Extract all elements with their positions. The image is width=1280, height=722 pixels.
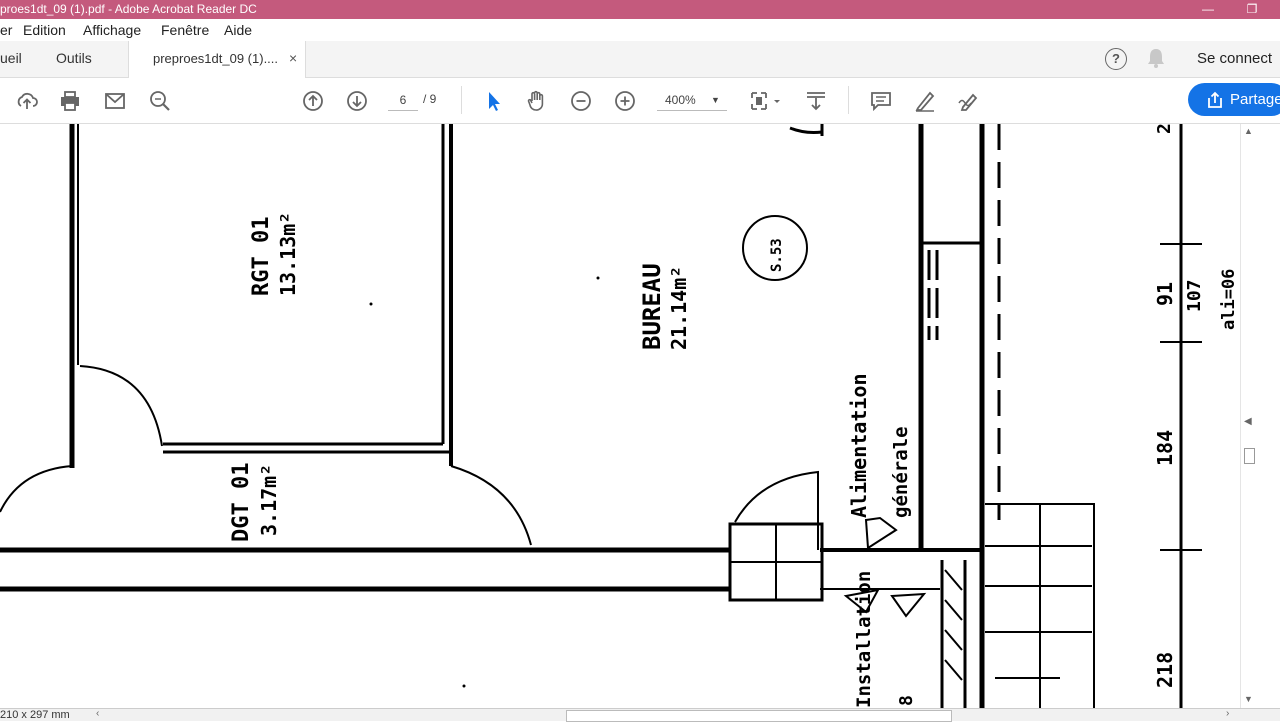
close-tab-icon[interactable]: × <box>289 50 297 66</box>
print-icon[interactable] <box>58 89 82 113</box>
zoom-value: 400% <box>665 93 696 107</box>
tab-bar: ueil Outils preproes1dt_09 (1).... × ? S… <box>0 41 1280 78</box>
menu-file[interactable]: er <box>0 22 12 38</box>
status-bar: 210 x 297 mm ‹ › <box>0 708 1280 722</box>
search-icon[interactable] <box>148 89 172 113</box>
comment-icon[interactable] <box>869 89 893 113</box>
page-number-input[interactable]: 6 <box>388 90 418 111</box>
menu-view[interactable]: Affichage <box>83 22 141 38</box>
scroll-right-icon[interactable]: › <box>1226 708 1229 719</box>
menu-help[interactable]: Aide <box>224 22 252 38</box>
tab-tools[interactable]: Outils <box>56 50 92 66</box>
dimension-91: 91 <box>1153 282 1177 306</box>
room-dgt-area: 3.17m² <box>257 464 281 536</box>
sign-in-link[interactable]: Se connect <box>1197 50 1272 67</box>
label-alimentation: Alimentation <box>847 374 871 519</box>
panel-toggle-icon[interactable]: ◀ <box>1244 416 1252 427</box>
highlight-pen-icon[interactable] <box>913 89 937 113</box>
restore-button[interactable]: ❐ <box>1230 0 1274 19</box>
select-tool-icon[interactable] <box>482 89 506 113</box>
circle-symbol-label: S.53 <box>769 238 785 272</box>
floor-plan-drawing: RGT 01 13.13m² BUREAU 21.14m² DGT 01 3.1… <box>0 124 1239 708</box>
share-label: Partage <box>1230 91 1280 108</box>
scroll-up-icon[interactable]: ▲ <box>1244 126 1253 136</box>
chevron-down-icon: ▼ <box>711 95 720 105</box>
document-viewer[interactable]: RGT 01 13.13m² BUREAU 21.14m² DGT 01 3.1… <box>0 124 1240 708</box>
right-pane <box>1256 124 1280 720</box>
minimize-button[interactable]: — <box>1186 0 1230 19</box>
email-icon[interactable] <box>103 89 127 113</box>
hand-tool-icon[interactable] <box>525 89 549 113</box>
label-installation: Installation <box>853 571 875 708</box>
scroll-left-icon[interactable]: ‹ <box>96 708 99 719</box>
toolbar-divider <box>848 86 849 114</box>
tab-document[interactable]: preproes1dt_09 (1).... × <box>128 41 306 78</box>
zoom-out-icon[interactable] <box>569 89 593 113</box>
toolbar: 6 / 9 400% ▼ Partage <box>0 78 1280 124</box>
vertical-scrollbar[interactable]: ▲ ◀ ▼ <box>1240 124 1257 708</box>
page-total: / 9 <box>423 92 437 106</box>
scroll-mode-icon[interactable] <box>804 89 828 113</box>
sign-icon[interactable] <box>957 89 981 113</box>
dimension-184: 184 <box>1153 430 1177 466</box>
room-bureau-name: BUREAU <box>638 263 666 350</box>
upload-icon[interactable] <box>15 89 39 113</box>
tab-document-label: preproes1dt_09 (1).... <box>153 51 279 66</box>
room-bureau-area: 21.14m² <box>667 266 691 350</box>
zoom-in-icon[interactable] <box>613 89 637 113</box>
room-rgt-area: 13.13m² <box>276 212 300 296</box>
tab-home[interactable]: ueil <box>0 50 22 66</box>
bell-icon[interactable] <box>1146 47 1166 72</box>
scrollbar-thumb[interactable] <box>1244 448 1255 464</box>
share-icon <box>1206 91 1224 113</box>
menu-edition[interactable]: Edition <box>23 22 66 38</box>
horizontal-scrollbar-thumb[interactable] <box>566 710 952 722</box>
window-title: proes1dt_09 (1).pdf - Adobe Acrobat Read… <box>0 2 257 16</box>
dimension-218: 218 <box>1153 652 1177 688</box>
toolbar-divider <box>461 86 462 114</box>
scroll-down-icon[interactable]: ▼ <box>1244 694 1253 704</box>
room-dgt-name: DGT 01 <box>229 463 254 542</box>
dimension-bottom: 8 <box>896 695 917 706</box>
dimension-ali: ali=06 <box>1219 269 1239 330</box>
dimension-top: 2 <box>1154 124 1175 134</box>
title-bar: proes1dt_09 (1).pdf - Adobe Acrobat Read… <box>0 0 1280 19</box>
help-icon[interactable]: ? <box>1105 48 1127 70</box>
menu-bar: er Edition Affichage Fenêtre Aide <box>0 19 1280 41</box>
horizontal-scrollbar[interactable]: ‹ › <box>94 708 1238 722</box>
page-size-label: 210 x 297 mm <box>0 709 70 721</box>
zoom-select[interactable]: 400% ▼ <box>657 90 727 111</box>
share-button[interactable]: Partage <box>1188 83 1280 116</box>
dimension-107: 107 <box>1184 279 1205 312</box>
menu-window[interactable]: Fenêtre <box>161 22 209 38</box>
fit-page-icon[interactable] <box>749 89 783 113</box>
room-rgt-name: RGT 01 <box>249 217 274 296</box>
next-page-icon[interactable] <box>345 89 369 113</box>
label-generale: générale <box>890 426 912 518</box>
previous-page-icon[interactable] <box>301 89 325 113</box>
